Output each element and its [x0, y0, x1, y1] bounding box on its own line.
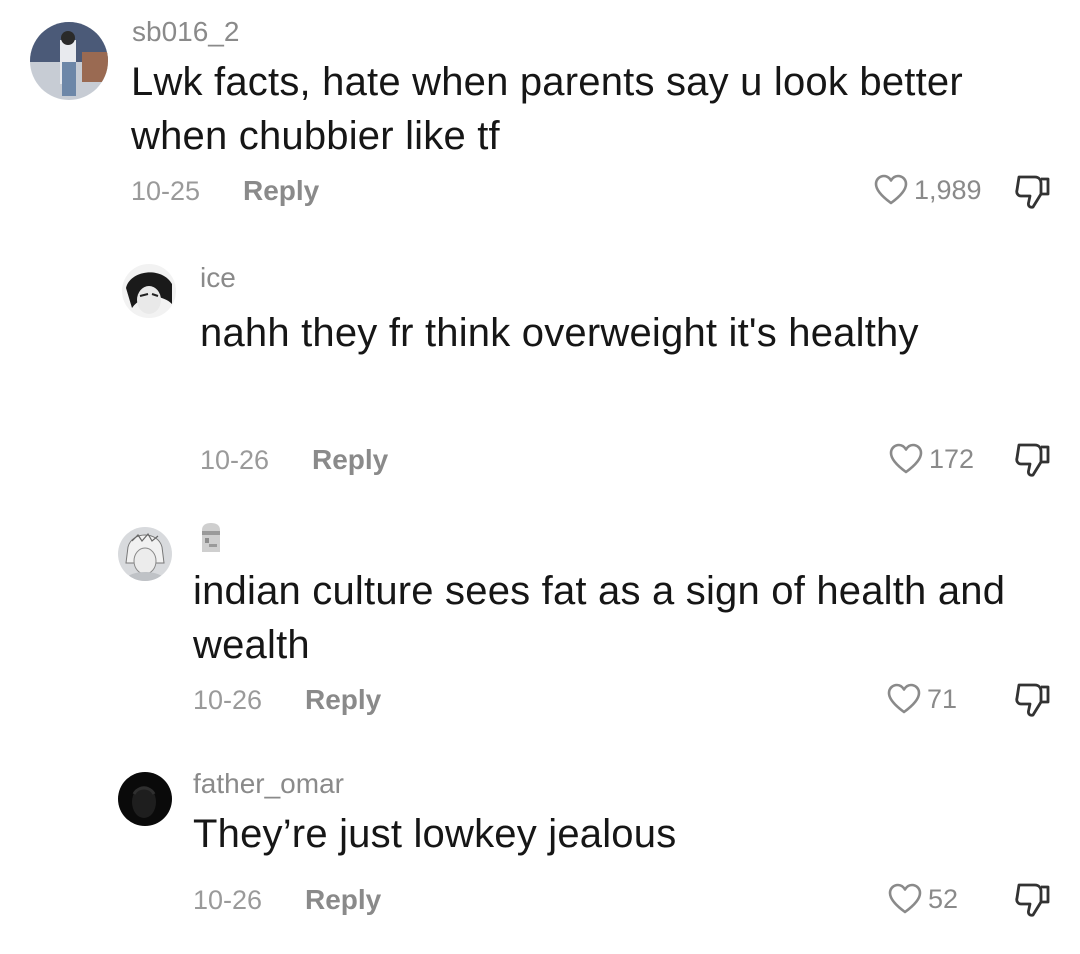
- reply-button[interactable]: Reply: [305, 886, 381, 914]
- like-count: 52: [928, 883, 959, 914]
- reply-button[interactable]: Reply: [243, 177, 319, 205]
- moai-emoji-icon: [199, 522, 223, 552]
- comment-date: 10-26: [200, 445, 270, 475]
- comment-text: They’re just lowkey jealous: [193, 812, 677, 856]
- thumbs-down-icon: [1015, 443, 1050, 477]
- like-count: 172: [929, 443, 975, 474]
- thumbs-down-icon: [1015, 883, 1050, 917]
- comment-date: 10-26: [193, 685, 263, 715]
- like-button[interactable]: 172: [889, 443, 974, 475]
- comment-text: indian culture sees fat as a sign of hea…: [193, 569, 1006, 667]
- comment-username[interactable]: ice: [200, 264, 236, 292]
- heart-outline-icon: [888, 883, 922, 914]
- like-button[interactable]: 71: [887, 683, 957, 715]
- thumbs-down-icon: [1015, 683, 1050, 717]
- like-button[interactable]: 1,989: [874, 174, 982, 206]
- like-count: 1,989: [914, 174, 982, 205]
- avatar[interactable]: [118, 527, 172, 581]
- comment-item: indian culture sees fat as a sign of hea…: [0, 500, 1080, 750]
- reply-button[interactable]: Reply: [312, 446, 388, 474]
- heart-outline-icon: [887, 683, 921, 714]
- comment-text: Lwk facts, hate when parents say u look …: [131, 60, 963, 158]
- comment-date: 10-26: [193, 885, 263, 915]
- comment-username[interactable]: sb016_2: [132, 18, 239, 46]
- like-button[interactable]: 52: [888, 883, 958, 915]
- dislike-button[interactable]: [1013, 880, 1053, 920]
- comment-item: sb016_2 Lwk facts, hate when parents say…: [0, 0, 1080, 240]
- heart-outline-icon: [874, 174, 908, 205]
- comment-date: 10-25: [131, 176, 201, 206]
- heart-outline-icon: [889, 443, 923, 474]
- like-count: 71: [927, 683, 958, 714]
- dislike-button[interactable]: [1013, 440, 1053, 480]
- dislike-button[interactable]: [1013, 172, 1053, 212]
- comment-text: nahh they fr think overweight it's healt…: [200, 311, 919, 355]
- dislike-button[interactable]: [1013, 680, 1053, 720]
- avatar[interactable]: [118, 772, 172, 826]
- comment-username[interactable]: father_omar: [193, 770, 344, 798]
- thumbs-down-icon: [1015, 175, 1050, 209]
- reply-button[interactable]: Reply: [305, 686, 381, 714]
- comment-item: father_omar They’re just lowkey jealous …: [0, 750, 1080, 954]
- avatar[interactable]: [122, 264, 176, 318]
- comment-item: ice nahh they fr think overweight it's h…: [0, 240, 1080, 500]
- avatar[interactable]: [30, 22, 108, 100]
